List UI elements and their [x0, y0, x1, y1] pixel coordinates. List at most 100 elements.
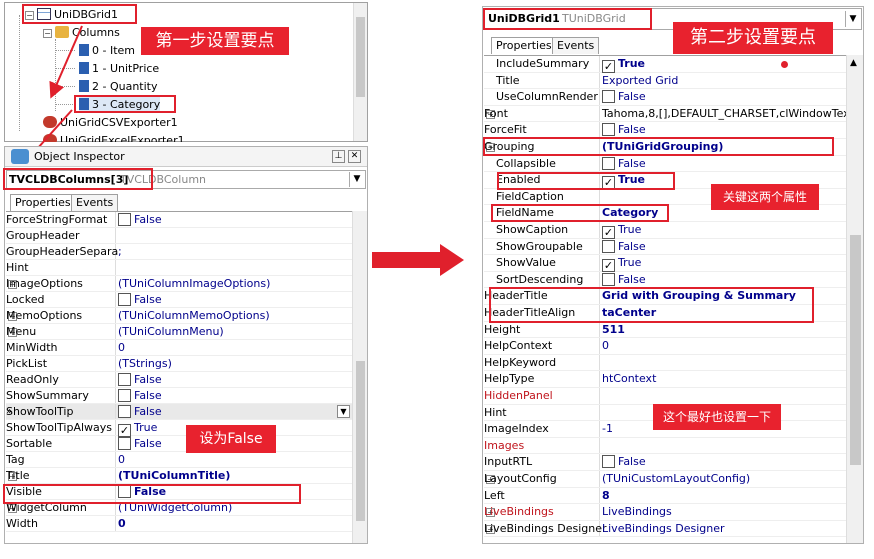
- property-value[interactable]: 511: [602, 322, 625, 339]
- property-row[interactable]: HiddenPanel: [484, 388, 846, 405]
- pin-icon[interactable]: ⊥: [332, 150, 345, 163]
- property-row[interactable]: Title Exported Grid: [484, 72, 846, 90]
- checkbox-checked-icon[interactable]: ✓: [602, 226, 615, 239]
- property-row[interactable]: MinWidth 0: [6, 340, 352, 356]
- property-row[interactable]: ShowGroupable False: [484, 238, 846, 256]
- property-value[interactable]: 0: [118, 340, 125, 356]
- property-value[interactable]: False: [118, 436, 162, 452]
- scrollbar-thumb[interactable]: [356, 361, 365, 521]
- property-value[interactable]: False: [118, 372, 162, 388]
- property-row[interactable]: Images: [484, 437, 846, 455]
- property-value[interactable]: False: [602, 89, 646, 106]
- property-value[interactable]: (TUniColumnMemoOptions): [118, 308, 270, 324]
- tab-properties[interactable]: Properties: [491, 37, 557, 54]
- property-row[interactable]: » ShowToolTip False ▼: [6, 404, 352, 420]
- property-value[interactable]: False: [118, 388, 162, 404]
- checkbox-checked-icon[interactable]: ✓: [602, 60, 615, 73]
- property-value[interactable]: -1: [602, 421, 613, 438]
- property-row[interactable]: ForceStringFormat False: [6, 212, 352, 228]
- property-row[interactable]: HelpType htContext: [484, 371, 846, 388]
- property-scrollbar[interactable]: [352, 211, 367, 543]
- property-row[interactable]: + ImageOptions (TUniColumnImageOptions): [6, 276, 352, 292]
- property-value[interactable]: 0: [118, 516, 126, 532]
- property-row[interactable]: UseColumnRender False: [484, 89, 846, 106]
- property-value[interactable]: ✓ True: [118, 420, 157, 437]
- property-row[interactable]: + LiveBindings Designer LiveBindings Desig…: [484, 520, 846, 538]
- chevron-down-icon[interactable]: ▼: [349, 172, 364, 187]
- property-value[interactable]: (TUniCustomLayoutConfig): [602, 471, 750, 488]
- property-row[interactable]: + LiveBindings LiveBindings: [484, 504, 846, 521]
- property-value[interactable]: False: [602, 156, 646, 173]
- property-value[interactable]: 8: [602, 488, 610, 505]
- property-value[interactable]: Exported Grid: [602, 73, 678, 90]
- property-row[interactable]: ShowCaption ✓ True: [484, 222, 846, 239]
- property-row[interactable]: Locked False: [6, 292, 352, 308]
- property-row[interactable]: Width 0: [6, 516, 352, 532]
- property-row[interactable]: Tag 0: [6, 452, 352, 468]
- property-row[interactable]: GroupHeader: [6, 228, 352, 244]
- property-row[interactable]: + Title (TUniColumnTitle): [6, 468, 352, 484]
- property-row[interactable]: ShowSummary False: [6, 388, 352, 404]
- property-value[interactable]: ;: [118, 244, 122, 260]
- property-row[interactable]: PickList (TStrings): [6, 356, 352, 372]
- checkbox-unchecked-icon[interactable]: [602, 90, 615, 104]
- property-value[interactable]: False: [602, 272, 646, 289]
- chevron-down-icon[interactable]: ▼: [845, 11, 860, 27]
- checkbox-unchecked-icon[interactable]: [118, 293, 131, 306]
- property-value[interactable]: 0: [602, 338, 609, 355]
- property-row[interactable]: ShowToolTipAlways ✓ True: [6, 420, 352, 437]
- checkbox-unchecked-icon[interactable]: [118, 213, 131, 226]
- property-row[interactable]: Sortable False: [6, 436, 352, 452]
- property-value[interactable]: (TStrings): [118, 356, 172, 372]
- property-value[interactable]: False: [118, 404, 162, 420]
- chevron-up-icon[interactable]: ▲: [850, 58, 857, 68]
- property-row[interactable]: + Menu (TUniColumnMenu): [6, 324, 352, 340]
- checkbox-unchecked-icon[interactable]: [602, 272, 615, 286]
- property-row[interactable]: + MemoOptions (TUniColumnMemoOptions): [6, 308, 352, 324]
- property-value[interactable]: ✓ True: [602, 255, 641, 273]
- checkbox-unchecked-icon[interactable]: [602, 123, 615, 137]
- tab-events[interactable]: Events: [71, 194, 119, 211]
- property-row[interactable]: Collapsible False: [484, 155, 846, 173]
- scrollbar-thumb[interactable]: [850, 235, 861, 465]
- property-value[interactable]: False: [602, 454, 646, 471]
- property-row[interactable]: ShowValue ✓ True: [484, 255, 846, 273]
- property-row[interactable]: GroupHeaderSepara;: [6, 244, 352, 260]
- checkbox-unchecked-icon[interactable]: [118, 389, 131, 402]
- property-value[interactable]: LiveBindings Designer: [602, 521, 725, 538]
- property-value[interactable]: htContext: [602, 371, 656, 388]
- tab-events[interactable]: Events: [552, 37, 600, 54]
- property-value[interactable]: (TUniColumnTitle): [118, 468, 230, 484]
- tab-properties[interactable]: Properties: [10, 194, 76, 211]
- checkbox-checked-icon[interactable]: ✓: [602, 259, 615, 273]
- property-value[interactable]: ✓ True: [602, 222, 641, 239]
- property-row[interactable]: SortDescending False: [484, 271, 846, 289]
- property-value[interactable]: Tahoma,8,[],DEFAULT_CHARSET,clWindowText: [602, 106, 846, 123]
- checkbox-unchecked-icon[interactable]: [602, 239, 615, 253]
- checkbox-unchecked-icon[interactable]: [118, 373, 131, 386]
- property-row[interactable]: InputRTL False: [484, 454, 846, 471]
- property-value[interactable]: LiveBindings: [602, 504, 672, 521]
- property-value[interactable]: False: [118, 292, 162, 308]
- property-row[interactable]: HelpContext 0: [484, 338, 846, 355]
- property-row[interactable]: IncludeSummary ✓ True: [484, 56, 846, 73]
- property-row[interactable]: ReadOnly False: [6, 372, 352, 388]
- property-value[interactable]: ✓ True: [602, 56, 645, 73]
- property-scrollbar[interactable]: ▲: [846, 55, 863, 543]
- checkbox-unchecked-icon[interactable]: [602, 156, 615, 170]
- property-value[interactable]: (TUniColumnMenu): [118, 324, 224, 340]
- property-row[interactable]: HelpKeyword: [484, 354, 846, 372]
- checkbox-unchecked-icon[interactable]: [118, 437, 131, 450]
- chevron-down-icon[interactable]: ▼: [337, 405, 350, 418]
- property-row[interactable]: + LayoutConfig (TUniCustomLayoutConfig): [484, 471, 846, 488]
- checkbox-unchecked-icon[interactable]: [118, 405, 131, 418]
- property-row[interactable]: Height 511: [484, 321, 846, 339]
- property-row[interactable]: Left 8: [484, 487, 846, 505]
- property-value[interactable]: False: [118, 212, 162, 228]
- property-value[interactable]: False: [602, 239, 646, 256]
- property-row[interactable]: Hint: [6, 260, 352, 276]
- property-value[interactable]: (TUniColumnImageOptions): [118, 276, 270, 292]
- property-row[interactable]: + Font Tahoma,8,[],DEFAULT_CHARSET,clWindo…: [484, 105, 846, 123]
- close-icon[interactable]: ✕: [348, 150, 361, 163]
- checkbox-unchecked-icon[interactable]: [602, 455, 615, 469]
